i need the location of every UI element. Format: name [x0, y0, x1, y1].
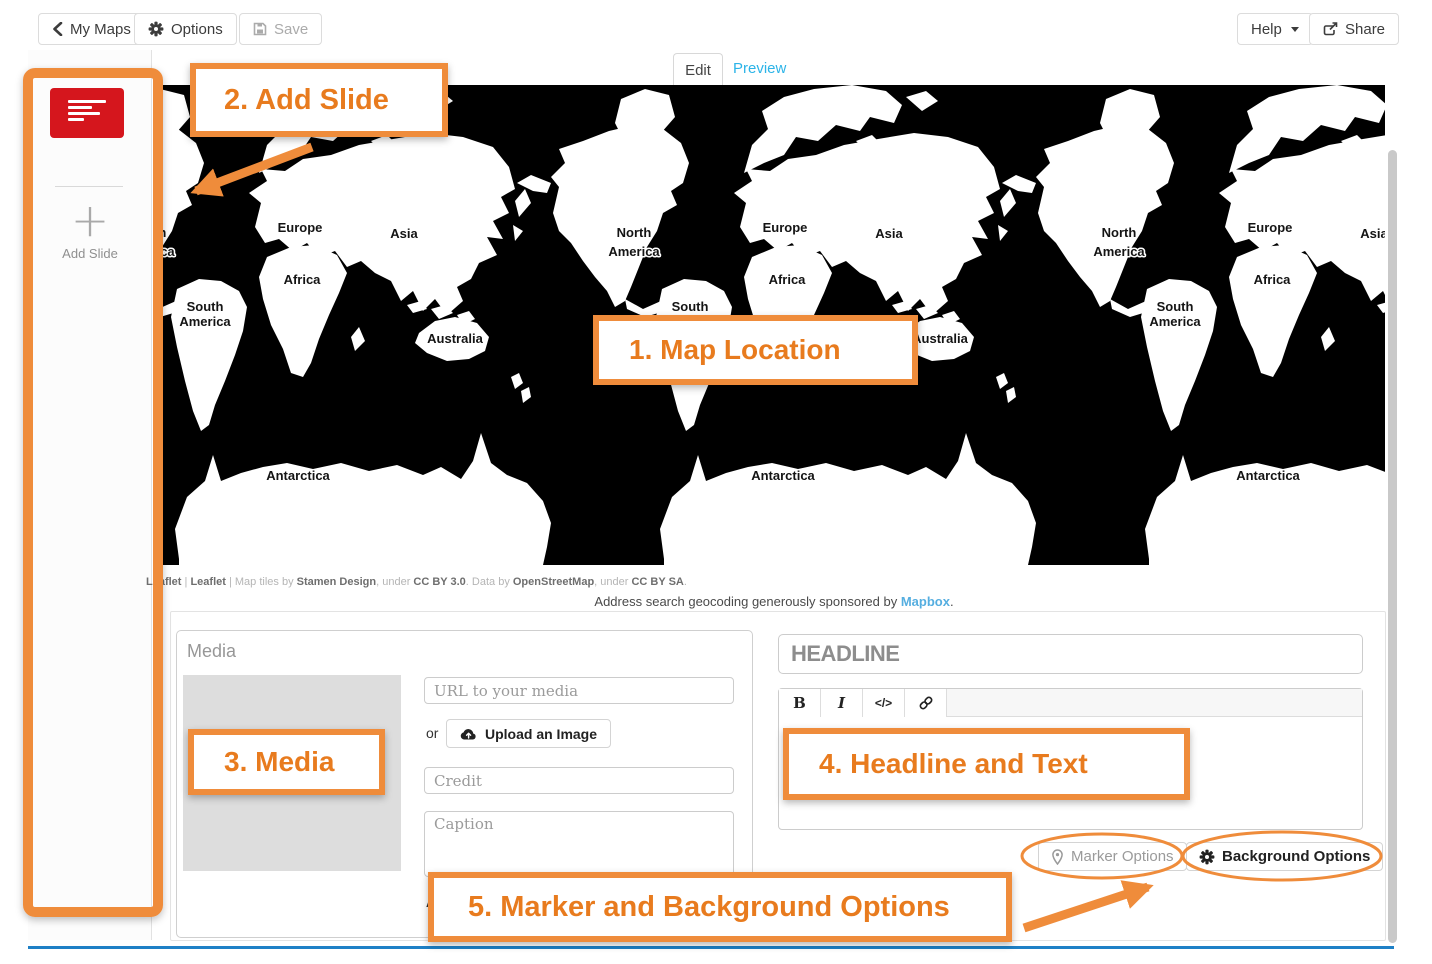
tab-edit-label: Edit	[685, 62, 711, 79]
partially-hidden-text-fragment: A	[426, 895, 435, 910]
bold-button[interactable]: B	[779, 689, 821, 717]
upload-image-button[interactable]: Upload an Image	[446, 719, 611, 748]
code-button[interactable]: </>	[863, 689, 905, 717]
svg-text:South: South	[1157, 299, 1194, 314]
or-label: or	[426, 725, 438, 741]
text-editor-area[interactable]	[779, 717, 1362, 830]
my-maps-label: My Maps	[70, 21, 131, 38]
tab-preview-label: Preview	[733, 60, 786, 77]
sponsor-suffix: .	[950, 594, 954, 609]
save-label: Save	[274, 21, 308, 38]
svg-text:America: America	[1149, 314, 1201, 329]
tab-preview[interactable]: Preview	[733, 60, 786, 77]
svg-text:North: North	[1102, 225, 1137, 240]
vertical-scrollbar[interactable]	[1388, 150, 1397, 943]
help-label: Help	[1251, 21, 1282, 38]
cloud-upload-icon	[460, 727, 477, 740]
media-panel-title: Media	[187, 641, 236, 662]
plus-icon: +	[28, 196, 152, 244]
bottom-blue-rule	[28, 946, 1394, 949]
options-button[interactable]: Options	[134, 13, 237, 45]
svg-text:Asia: Asia	[1360, 226, 1385, 241]
slide-thumbnail[interactable]	[50, 88, 124, 138]
share-icon	[1323, 22, 1338, 36]
map-attribution: Leaflet | Leaflet | Map tiles by Stamen …	[146, 576, 687, 588]
save-button[interactable]: Save	[239, 13, 322, 45]
mapbox-link[interactable]: Mapbox	[901, 594, 950, 609]
share-label: Share	[1345, 21, 1385, 38]
svg-text:Antarctica: Antarctica	[266, 468, 330, 483]
credit-input[interactable]	[424, 767, 734, 794]
text-editor: B I </>	[778, 688, 1363, 830]
add-slide-button[interactable]: + Add Slide	[28, 196, 152, 261]
save-icon	[253, 22, 267, 36]
svg-text:Australia: Australia	[427, 331, 483, 346]
svg-text:South: South	[672, 299, 709, 314]
world-map: EuropeAsiaAfricaSouthAmericaAustraliaNor…	[163, 85, 1385, 565]
svg-text:Asia: Asia	[875, 226, 903, 241]
marker-options-label: Marker Options	[1071, 848, 1174, 865]
marker-options-button[interactable]: Marker Options	[1038, 842, 1187, 871]
svg-text:America: America	[664, 314, 716, 329]
media-url-input[interactable]	[424, 677, 734, 704]
media-panel: Media or Upload an Image A	[176, 630, 753, 938]
svg-text:America: America	[608, 244, 660, 259]
text-editor-toolbar: B I </>	[779, 689, 1362, 717]
svg-text:Asia: Asia	[390, 226, 418, 241]
share-button[interactable]: Share	[1309, 13, 1399, 45]
geocoding-sponsor-note: Address search geocoding generously spon…	[163, 594, 1385, 609]
sponsor-text: Address search geocoding generously spon…	[594, 594, 900, 609]
svg-text:America: America	[179, 314, 231, 329]
chain-link-icon	[918, 695, 934, 711]
background-options-button[interactable]: Background Options	[1186, 842, 1383, 871]
my-maps-button[interactable]: My Maps	[38, 13, 145, 45]
svg-text:North: North	[617, 225, 652, 240]
media-preview-placeholder	[183, 675, 401, 871]
background-options-label: Background Options	[1222, 848, 1370, 865]
svg-text:Australia: Australia	[912, 331, 968, 346]
slides-sidebar: + Add Slide	[28, 50, 152, 940]
map-pin-icon	[1051, 849, 1064, 865]
gear-icon	[1199, 849, 1215, 865]
tab-edit[interactable]: Edit	[673, 53, 723, 86]
svg-text:Africa: Africa	[284, 272, 322, 287]
caption-textarea[interactable]	[424, 811, 734, 877]
headline-input[interactable]	[778, 634, 1363, 674]
svg-text:Europe: Europe	[1248, 220, 1293, 235]
caret-down-icon	[1291, 27, 1299, 32]
add-slide-label: Add Slide	[28, 246, 152, 261]
gear-icon	[148, 21, 164, 37]
upload-image-label: Upload an Image	[485, 726, 597, 742]
svg-text:Antarctica: Antarctica	[1236, 468, 1300, 483]
svg-text:Africa: Africa	[1254, 272, 1292, 287]
svg-text:America: America	[1093, 244, 1145, 259]
svg-text:North: North	[163, 225, 166, 240]
svg-text:Africa: Africa	[769, 272, 807, 287]
options-label: Options	[171, 21, 223, 38]
sidebar-divider	[55, 186, 123, 187]
italic-button[interactable]: I	[821, 689, 863, 717]
svg-text:Europe: Europe	[278, 220, 323, 235]
link-button[interactable]	[905, 689, 947, 717]
help-button[interactable]: Help	[1237, 13, 1313, 45]
svg-text:Antarctica: Antarctica	[751, 468, 815, 483]
svg-text:America: America	[163, 244, 175, 259]
chevron-left-icon	[52, 22, 63, 36]
text-lines-icon	[68, 100, 106, 124]
svg-text:South: South	[187, 299, 224, 314]
svg-text:Europe: Europe	[763, 220, 808, 235]
map-canvas[interactable]: EuropeAsiaAfricaSouthAmericaAustraliaNor…	[163, 85, 1385, 565]
